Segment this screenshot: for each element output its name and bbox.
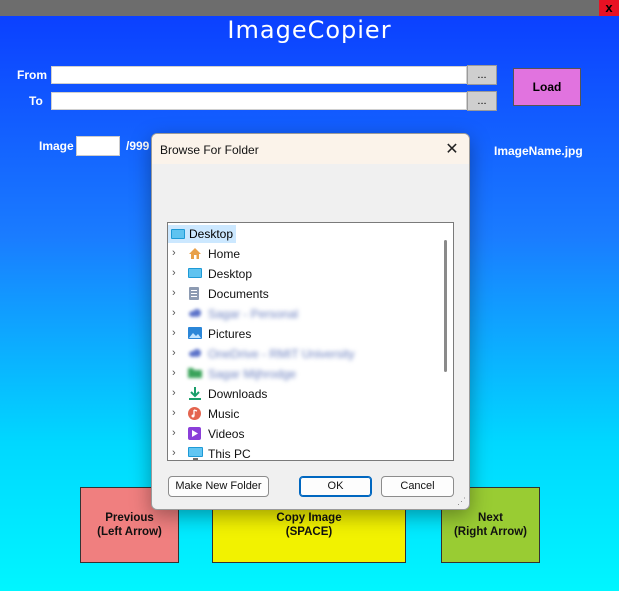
music-icon — [188, 407, 202, 420]
tree-scrollbar[interactable] — [444, 240, 447, 372]
tree-item[interactable]: › Videos — [168, 424, 438, 444]
to-browse-button[interactable]: ... — [467, 91, 497, 111]
tree-item[interactable]: › Pictures — [168, 324, 438, 344]
folder-tree[interactable]: Desktop › Home › Desktop › Documents › Sagar - … — [167, 222, 454, 461]
tree-item-label: Desktop — [208, 267, 253, 281]
home-icon — [188, 247, 202, 260]
tree-item-label: Downloads — [208, 387, 268, 401]
load-button[interactable]: Load — [513, 68, 581, 106]
dialog-title: Browse For Folder — [160, 143, 259, 157]
next-label-line1: Next — [478, 512, 503, 524]
desktop-icon — [188, 267, 202, 280]
tree-item-label: Documents — [208, 287, 269, 301]
chevron-right-icon[interactable]: › — [172, 307, 176, 319]
chevron-right-icon[interactable]: › — [172, 387, 176, 399]
tree-item-label: Videos — [208, 427, 245, 441]
browse-folder-dialog: Browse For Folder ✕ Desktop › Home › Deskto… — [151, 133, 470, 510]
pc-icon — [188, 447, 203, 460]
chevron-right-icon[interactable]: › — [172, 267, 176, 279]
tree-item-label: Pictures — [208, 327, 252, 341]
tree-root-selected[interactable]: Desktop — [168, 225, 236, 243]
chevron-right-icon[interactable]: › — [172, 407, 176, 419]
tree-item[interactable]: › Music — [168, 404, 438, 424]
window-close-button[interactable]: x — [599, 0, 619, 16]
to-path-input[interactable] — [51, 92, 467, 110]
tree-item-label: Sagar Mijhrodge — [208, 367, 297, 381]
from-path-input[interactable] — [51, 66, 467, 84]
previous-label-line2: (Left Arrow) — [97, 526, 162, 538]
copy-label-line1: Copy Image — [276, 512, 342, 524]
chevron-right-icon[interactable]: › — [172, 447, 176, 459]
tree-item[interactable]: › Downloads — [168, 384, 438, 404]
tree-item-label: Home — [208, 247, 241, 261]
chevron-right-icon[interactable]: › — [172, 347, 176, 359]
chevron-right-icon[interactable]: › — [172, 427, 176, 439]
title-bar — [0, 0, 619, 16]
chevron-right-icon[interactable]: › — [172, 287, 176, 299]
ok-button[interactable]: OK — [299, 476, 372, 497]
desktop-icon — [171, 229, 185, 239]
cancel-button[interactable]: Cancel — [381, 476, 454, 497]
chevron-right-icon[interactable]: › — [172, 247, 176, 259]
tree-root-label: Desktop — [189, 227, 234, 241]
tree-item-label: OneDrive - RMIT University — [208, 347, 355, 361]
tree-item[interactable]: › Home — [168, 244, 438, 264]
pictures-icon — [188, 327, 202, 340]
chevron-right-icon[interactable]: › — [172, 367, 176, 379]
tree-item-label: This PC — [208, 447, 251, 461]
app-title: ImageCopier — [227, 16, 392, 44]
previous-label-line1: Previous — [105, 512, 154, 524]
documents-icon — [188, 287, 202, 300]
videos-icon — [188, 427, 202, 440]
downloads-icon — [188, 387, 202, 400]
image-total: /999 — [126, 139, 150, 153]
copy-label-line2: (SPACE) — [285, 526, 333, 538]
make-new-folder-button[interactable]: Make New Folder — [168, 476, 269, 497]
tree-item[interactable]: › Documents — [168, 284, 438, 304]
folder-icon — [188, 367, 202, 380]
image-label: Image — [39, 139, 74, 153]
image-number-input[interactable] — [76, 136, 120, 156]
cloud-icon — [188, 307, 202, 320]
from-browse-button[interactable]: ... — [467, 65, 497, 85]
tree-item[interactable]: › Sagar Mijhrodge — [168, 364, 438, 384]
dialog-close-icon[interactable]: ✕ — [444, 139, 460, 159]
tree-item[interactable]: › This PC — [168, 444, 438, 461]
cloud-icon — [188, 347, 202, 360]
to-label: To — [29, 94, 43, 108]
tree-item[interactable]: › Sagar - Personal — [168, 304, 438, 324]
tree-item[interactable]: › Desktop — [168, 264, 438, 284]
chevron-right-icon[interactable]: › — [172, 327, 176, 339]
next-label-line2: (Right Arrow) — [453, 526, 528, 538]
tree-item[interactable]: › OneDrive - RMIT University — [168, 344, 438, 364]
tree-item-label: Music — [208, 407, 240, 421]
image-name: ImageName.jpg — [494, 144, 583, 158]
tree-item-label: Sagar - Personal — [208, 307, 299, 321]
resize-grip-icon[interactable]: ⋰ — [457, 496, 466, 507]
from-label: From — [17, 68, 47, 82]
